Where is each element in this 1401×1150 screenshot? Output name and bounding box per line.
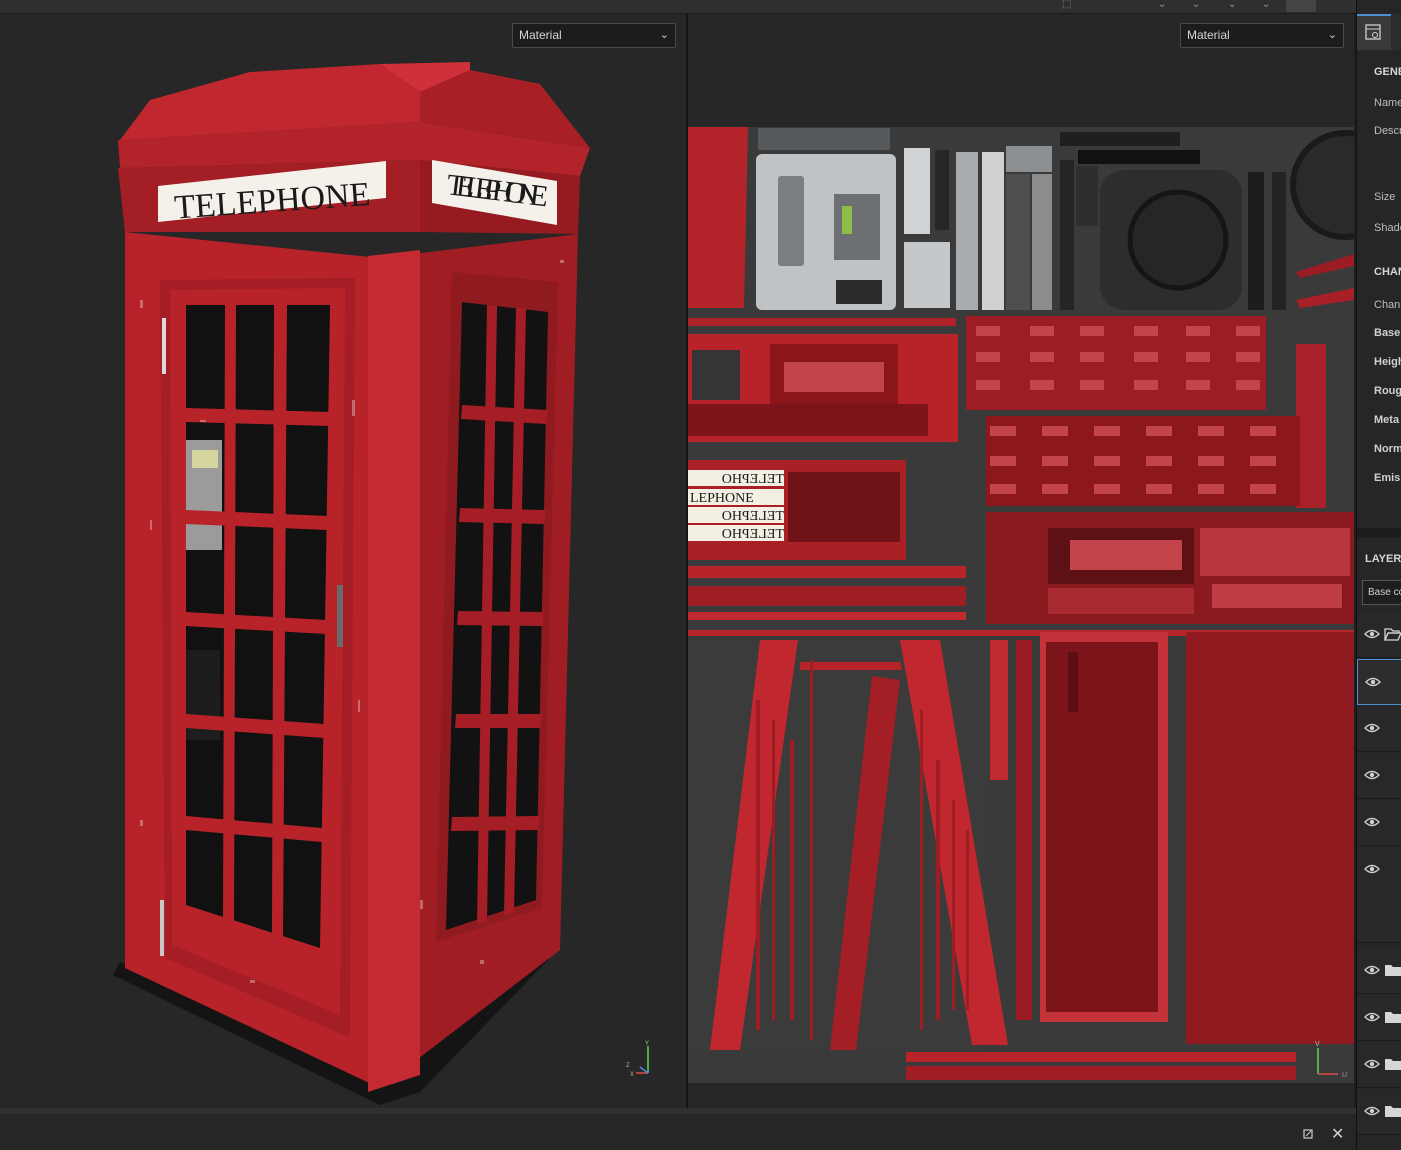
- uv-sign-text-4: TELEPHO: [722, 527, 784, 542]
- layer-row[interactable]: [1357, 706, 1401, 752]
- folder-icon: [1384, 962, 1401, 978]
- visibility-eye-icon[interactable]: [1364, 814, 1380, 830]
- folder-icon: [1384, 1056, 1401, 1072]
- viewport-2d[interactable]: Material ⌄ TELEPHO LEPHONE TELEPHO TELEP…: [688, 14, 1354, 1108]
- name-field-label: Name: [1374, 97, 1401, 109]
- tool-dropdown-icon[interactable]: ⌄: [1158, 0, 1166, 12]
- layer-folder-row[interactable]: [1357, 1089, 1401, 1135]
- tool-icon[interactable]: ⌄: [1262, 0, 1270, 12]
- properties-panel: GENE Name Descr Size Shade CHAN Chann Ba…: [1356, 0, 1401, 1150]
- size-field-label: Size: [1374, 191, 1396, 203]
- layers-section-heading: LAYERS: [1365, 553, 1401, 565]
- channel-base-color[interactable]: Base: [1374, 327, 1400, 339]
- uv-texture-map: TELEPHO LEPHONE TELEPHO TELEPHO: [688, 127, 1354, 1083]
- viewport-3d[interactable]: Material ⌄ TELEPHONE TELEPHONE Y Z X: [0, 14, 686, 1108]
- svg-text:V: V: [1315, 1041, 1320, 1048]
- settings-tab-icon: [1365, 24, 1381, 40]
- app-window: ⬚ ⌄ ⌄ ⌄ ⌄ Material ⌄ TELEPHONE TELEPHONE…: [0, 0, 1401, 1150]
- folder-icon: [1384, 1103, 1401, 1119]
- door-hinge-top: [162, 318, 166, 374]
- channel-roughness[interactable]: Roug: [1374, 385, 1401, 397]
- bottom-panel-bar: ✕: [0, 1108, 1356, 1150]
- axis-gizmo: Y Z X: [624, 1040, 654, 1080]
- layer-folder-row[interactable]: [1357, 1042, 1401, 1088]
- layer-row[interactable]: [1357, 800, 1401, 846]
- visibility-eye-icon[interactable]: [1364, 962, 1380, 978]
- maximize-icon[interactable]: [1303, 1126, 1313, 1142]
- visibility-eye-icon[interactable]: [1364, 720, 1380, 736]
- svg-text:Z: Z: [626, 1063, 630, 1069]
- channel-emissive[interactable]: Emis: [1374, 472, 1400, 484]
- layer-row[interactable]: [1357, 753, 1401, 799]
- visibility-eye-icon[interactable]: [1364, 1009, 1380, 1025]
- folder-icon: [1384, 1009, 1401, 1025]
- description-field-label: Descr: [1374, 125, 1401, 137]
- uv-axis-gizmo: V U: [1312, 1040, 1348, 1080]
- panel-separator[interactable]: [1357, 528, 1401, 538]
- layer-row[interactable]: [1357, 847, 1401, 943]
- axis-gizmo-icon: Y Z X: [626, 1041, 649, 1078]
- svg-text:Y: Y: [645, 1041, 649, 1047]
- visibility-eye-icon[interactable]: [1364, 1103, 1380, 1119]
- frame-icon[interactable]: ⬚: [1062, 0, 1071, 12]
- visibility-eye-icon[interactable]: [1365, 674, 1381, 690]
- uv-axis-gizmo-icon: V U: [1315, 1041, 1347, 1079]
- channels-section-heading: CHAN: [1374, 266, 1401, 278]
- uv-sign-text-2: LEPHONE: [690, 491, 754, 506]
- uv-sign-text-1: TELEPHO: [722, 472, 784, 487]
- channel-column-label: Chann: [1374, 299, 1401, 311]
- layer-folder-row[interactable]: [1357, 995, 1401, 1041]
- top-toolbar: ⬚ ⌄ ⌄ ⌄ ⌄: [0, 0, 1356, 14]
- visibility-eye-icon[interactable]: [1364, 1056, 1380, 1072]
- phone-booth-render: TELEPHONE TELEPHONE: [113, 62, 590, 1105]
- visibility-eye-icon[interactable]: [1364, 626, 1380, 642]
- close-icon[interactable]: ✕: [1331, 1124, 1344, 1144]
- door-hinge-bottom: [160, 900, 164, 956]
- svg-text:X: X: [630, 1072, 634, 1078]
- visibility-eye-icon[interactable]: [1364, 767, 1380, 783]
- channel-normal[interactable]: Norm: [1374, 443, 1401, 455]
- channel-height[interactable]: Heigh: [1374, 356, 1401, 368]
- layer-channel-select[interactable]: Base co: [1362, 580, 1401, 605]
- tool-dropdown-icon[interactable]: ⌄: [1192, 0, 1200, 12]
- active-tool-button[interactable]: [1286, 0, 1316, 12]
- door-handle: [337, 585, 343, 647]
- panel-tab-bar: [1357, 14, 1401, 50]
- maximize-icon-svg: [1303, 1129, 1313, 1139]
- layer-folder-row[interactable]: [1357, 948, 1401, 994]
- folder-open-icon: [1384, 626, 1401, 642]
- tool-dropdown-icon[interactable]: ⌄: [1228, 0, 1236, 12]
- svg-text:U: U: [1342, 1072, 1347, 1079]
- layer-folder-row[interactable]: [1357, 612, 1401, 658]
- texture-set-settings-tab[interactable]: [1357, 14, 1391, 50]
- shader-field-label: Shade: [1374, 222, 1401, 234]
- visibility-eye-icon[interactable]: [1364, 861, 1380, 877]
- layer-row[interactable]: [1357, 659, 1401, 705]
- uv-sign-text-3: TELEPHO: [722, 509, 784, 524]
- general-section-heading: GENE: [1374, 66, 1401, 78]
- booth-corner-post: [368, 250, 420, 1092]
- channel-metallic[interactable]: Meta: [1374, 414, 1399, 426]
